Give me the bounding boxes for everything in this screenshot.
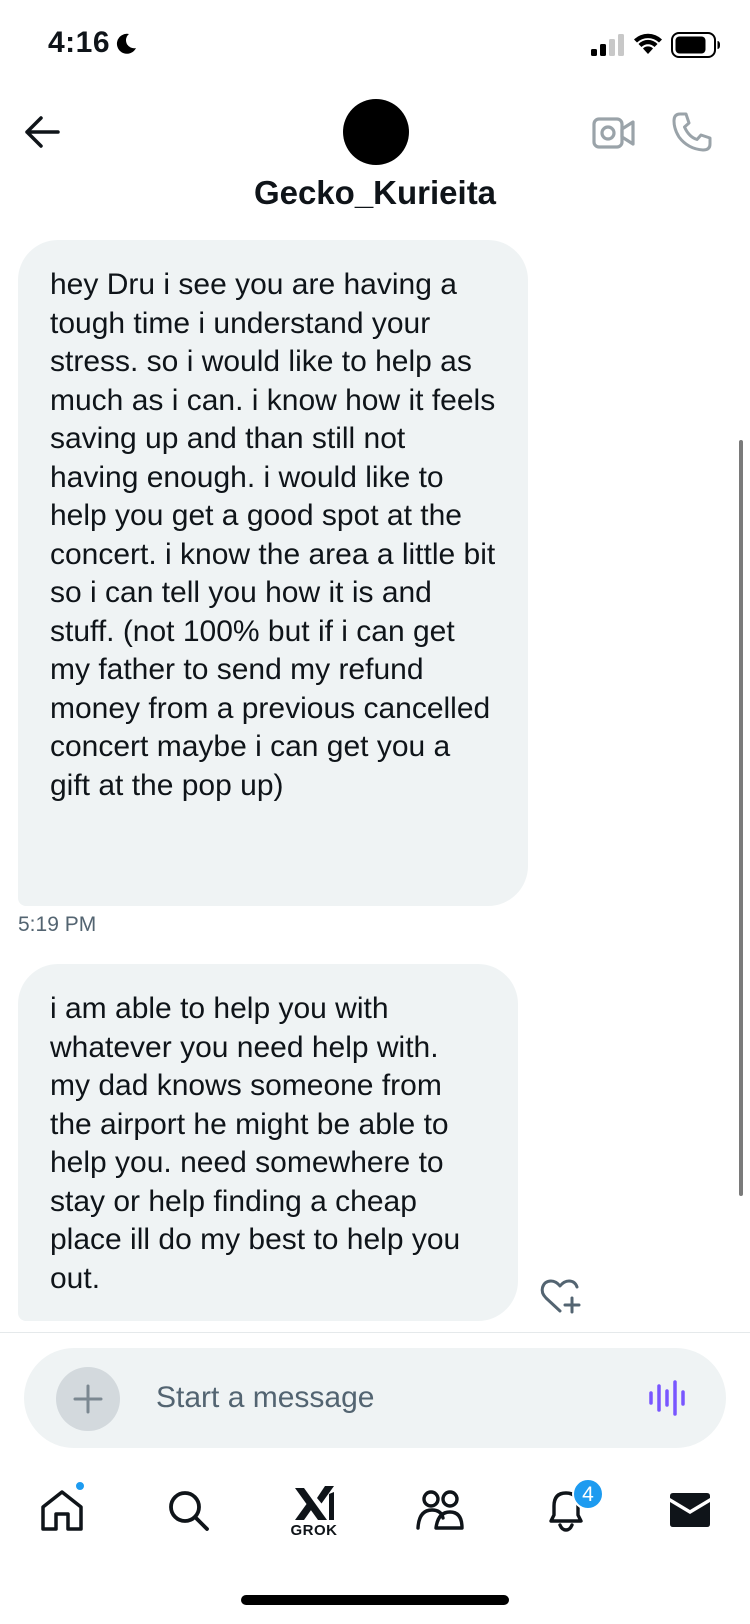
nav-notifications[interactable]: 4 <box>526 1470 606 1550</box>
arrow-left-icon <box>25 116 60 148</box>
conversation-username[interactable]: Gecko_Kurieita <box>0 174 750 212</box>
add-reaction-button[interactable] <box>538 1277 582 1317</box>
scrollbar[interactable] <box>739 440 743 1196</box>
back-button[interactable] <box>20 110 64 154</box>
nav-home[interactable] <box>22 1470 102 1550</box>
plus-icon <box>73 1384 103 1414</box>
home-icon <box>41 1490 83 1531</box>
phone-icon <box>672 112 712 152</box>
moon-icon <box>116 33 136 54</box>
home-indicator <box>241 1595 509 1605</box>
voice-message-button[interactable] <box>647 1378 687 1418</box>
message-bubble[interactable]: i am able to help you with whatever you … <box>18 964 518 1321</box>
wifi-icon <box>634 33 662 54</box>
search-icon <box>169 1491 209 1531</box>
heart-plus-icon <box>540 1279 581 1314</box>
status-time: 4:16 <box>48 26 111 59</box>
nav-grok[interactable]: GROK <box>274 1470 354 1550</box>
video-camera-icon <box>592 117 635 149</box>
nav-search[interactable] <box>148 1470 228 1550</box>
communities-icon <box>416 1490 464 1530</box>
video-call-button[interactable] <box>590 110 638 156</box>
nav-messages[interactable] <box>650 1470 730 1550</box>
envelope-icon <box>670 1493 710 1527</box>
composer-divider <box>0 1332 750 1333</box>
nav-communities[interactable] <box>400 1470 480 1550</box>
message-input[interactable] <box>156 1376 596 1420</box>
grok-label: GROK <box>290 1521 338 1539</box>
message-bubble[interactable]: hey Dru i see you are having a tough tim… <box>18 240 528 906</box>
add-media-button[interactable] <box>56 1367 120 1431</box>
avatar[interactable] <box>343 99 409 165</box>
status-bar: 4:16 <box>0 0 750 90</box>
cellular-signal-icon <box>591 34 624 56</box>
grok-icon <box>295 1485 334 1520</box>
bottom-navigation: GROK 4 <box>0 1470 750 1570</box>
battery-icon <box>671 32 720 58</box>
notification-count-badge: 4 <box>572 1478 604 1510</box>
unread-dot <box>74 1480 86 1492</box>
message-composer <box>24 1348 726 1448</box>
audio-waveform-icon <box>649 1380 685 1416</box>
voice-call-button[interactable] <box>668 108 716 156</box>
message-timestamp: 5:19 PM <box>18 913 97 936</box>
